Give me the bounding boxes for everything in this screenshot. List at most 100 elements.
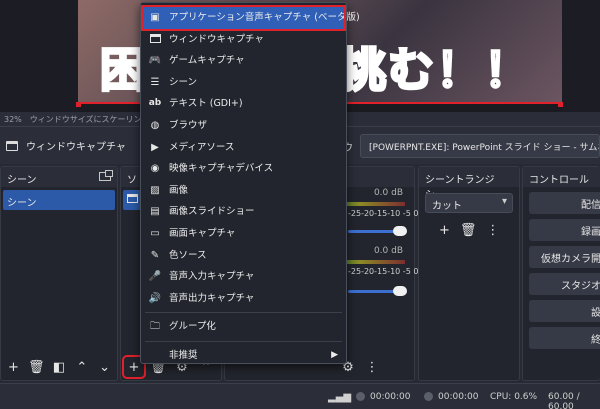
- menu-item-browser[interactable]: ◍ ブラウザ: [141, 115, 346, 137]
- menu-item-label: 画像: [169, 184, 189, 196]
- menu-item-image[interactable]: ▨ 画像: [141, 180, 346, 202]
- add-source-menu: ▣ アプリケーション音声キャプチャ (ベータ版) ウィンドウキャプチャ 🎮 ゲームキ…: [140, 2, 360, 367]
- resize-handle[interactable]: [76, 102, 81, 107]
- channel-1-volume-slider[interactable]: [348, 226, 407, 236]
- scenes-title: シーン: [7, 175, 37, 186]
- stream-status-icon: [356, 392, 365, 401]
- scene-list-item[interactable]: シーン: [3, 190, 115, 210]
- preview-margin-right: [562, 0, 600, 112]
- move-down-button[interactable]: ⌄: [96, 358, 113, 376]
- selected-source-name: ウィンドウキャプチャ: [26, 142, 126, 153]
- channel-1-scale: -25-20-15-10 -5 0: [348, 209, 419, 218]
- menu-item-label: 映像キャプチャデバイス: [169, 163, 274, 175]
- channel-2-db: 0.0 dB: [373, 246, 403, 256]
- channel-2-volume-slider[interactable]: [348, 286, 407, 296]
- menu-item-display-capture[interactable]: ▭ 画面キャプチャ: [141, 223, 346, 245]
- controls-title: コントロール: [529, 175, 589, 186]
- fps-readout: 60.00 / 60.00: [548, 392, 580, 409]
- image-icon: ▨: [150, 184, 160, 196]
- scene-filter-button[interactable]: ◧: [51, 358, 68, 376]
- menu-item-label: 画面キャプチャ: [169, 227, 236, 239]
- menu-separator: [145, 312, 342, 314]
- window-icon: [148, 29, 162, 51]
- controls-dock: コントロール 配信開 録画開 仮想カメラ開始 スタジオモ 設定 終了: [522, 166, 600, 381]
- menu-item-label: アプリケーション音声キャプチャ (ベータ版): [169, 12, 360, 23]
- scenes-toolbar: + 🗑 ◧ ⌃ ⌄: [1, 354, 117, 380]
- selected-source: ウィンドウキャプチャ: [6, 138, 126, 153]
- slideshow-icon: ▤: [150, 206, 160, 218]
- monitor-icon: ▭: [150, 227, 160, 239]
- status-bar: ▂▄▆ 00:00:00 00:00:00 CPU: 0.6% 60.00 / …: [0, 383, 600, 409]
- menu-item-label: ゲームキャプチャ: [169, 55, 245, 67]
- menu-item-label: 音声出力キャプチャ: [169, 292, 255, 304]
- menu-item-deprecated[interactable]: 非推奨 ▶: [141, 345, 346, 367]
- transition-buttons: + 🗑 ⋮: [419, 219, 519, 241]
- globe-icon: ◍: [150, 119, 160, 131]
- brush-icon: ✎: [150, 249, 160, 261]
- menu-item-label: 非推奨: [169, 349, 198, 361]
- menu-item-audio-input-capture[interactable]: 🎤 音声入力キャプチャ: [141, 266, 346, 288]
- menu-item-group[interactable]: 🗀 グループ化: [141, 316, 346, 338]
- mixer-menu-icon[interactable]: ⋮: [363, 358, 381, 376]
- menu-item-label: 画像スライドショー: [169, 206, 255, 218]
- start-streaming-button[interactable]: 配信開: [529, 192, 600, 214]
- controls-dock-title: コントロール: [523, 167, 600, 187]
- preview-text-right: 挑む！！: [339, 42, 532, 99]
- menu-item-video-capture-device[interactable]: ◉ 映像キャプチャデバイス: [141, 158, 346, 180]
- record-time: 00:00:00: [438, 392, 479, 402]
- preview-margin-left: [0, 0, 78, 112]
- remove-transition-button[interactable]: 🗑: [460, 221, 477, 239]
- menu-item-text-gdi[interactable]: ab テキスト (GDI+): [141, 93, 346, 115]
- menu-item-label: メディアソース: [169, 141, 235, 153]
- transition-menu-icon[interactable]: ⋮: [486, 221, 499, 239]
- menu-item-window-capture[interactable]: ウィンドウキャプチャ: [141, 29, 346, 51]
- window-select[interactable]: [POWERPNT.EXE]: PowerPoint スライド ショー - サム…: [360, 134, 600, 158]
- start-virtual-camera-button[interactable]: 仮想カメラ開始: [529, 246, 600, 268]
- folder-icon: 🗀: [150, 321, 160, 333]
- menu-item-color-source[interactable]: ✎ 色ソース: [141, 245, 346, 267]
- menu-item-audio-output-capture[interactable]: 🔊 音声出力キャプチャ: [141, 288, 346, 310]
- app-audio-icon: ▣: [150, 12, 160, 23]
- stream-time: 00:00:00: [370, 392, 411, 402]
- add-transition-button[interactable]: +: [439, 221, 450, 239]
- menu-separator: [145, 340, 342, 342]
- scenes-dock-title: シーン: [1, 167, 117, 187]
- speaker-icon: 🔊: [148, 292, 162, 304]
- window-icon: [127, 193, 138, 203]
- submenu-arrow-icon: ▶: [331, 349, 338, 360]
- cpu-usage: CPU: 0.6%: [490, 392, 538, 402]
- studio-mode-button[interactable]: スタジオモ: [529, 273, 600, 295]
- text-icon: ab: [148, 98, 162, 109]
- settings-button[interactable]: 設定: [529, 300, 600, 322]
- slider-knob[interactable]: [393, 226, 407, 236]
- exit-button[interactable]: 終了: [529, 327, 600, 349]
- scenes-dock: シーン シーン + 🗑 ◧ ⌃ ⌄: [0, 166, 118, 381]
- menu-item-image-slideshow[interactable]: ▤ 画像スライドショー: [141, 201, 346, 223]
- menu-item-label: ウィンドウキャプチャ: [169, 33, 264, 45]
- list-icon: ☰: [150, 76, 160, 88]
- transition-select[interactable]: カット: [425, 193, 513, 213]
- transitions-dock-title: シーントランジシ...: [419, 167, 519, 201]
- menu-item-label: グループ化: [169, 321, 216, 333]
- menu-item-game-capture[interactable]: 🎮 ゲームキャプチャ: [141, 50, 346, 72]
- move-up-button[interactable]: ⌃: [73, 358, 90, 376]
- sources-title: ソ: [127, 175, 137, 186]
- resize-handle[interactable]: [558, 102, 563, 107]
- channel-1-db: 0.0 dB: [373, 188, 403, 198]
- start-recording-button[interactable]: 録画開: [529, 219, 600, 241]
- remove-scene-button[interactable]: 🗑: [28, 358, 45, 376]
- play-icon: ▶: [151, 141, 159, 153]
- add-scene-button[interactable]: +: [5, 358, 22, 376]
- transitions-dock: シーントランジシ... カット + 🗑 ⋮: [418, 166, 520, 381]
- channel-2-scale: -25-20-15-10 -5 0: [348, 267, 419, 276]
- slider-knob[interactable]: [393, 286, 407, 296]
- menu-item-label: シーン: [169, 76, 198, 88]
- menu-item-application-audio-capture[interactable]: ▣ アプリケーション音声キャプチャ (ベータ版): [141, 5, 360, 31]
- undock-icon[interactable]: [99, 170, 113, 181]
- menu-item-media-source[interactable]: ▶ メディアソース: [141, 137, 346, 159]
- microphone-icon: 🎤: [148, 271, 162, 283]
- record-status-icon: [424, 392, 433, 401]
- menu-item-scene[interactable]: ☰ シーン: [141, 72, 346, 94]
- menu-item-label: 音声入力キャプチャ: [169, 271, 255, 283]
- camera-icon: ◉: [150, 163, 160, 175]
